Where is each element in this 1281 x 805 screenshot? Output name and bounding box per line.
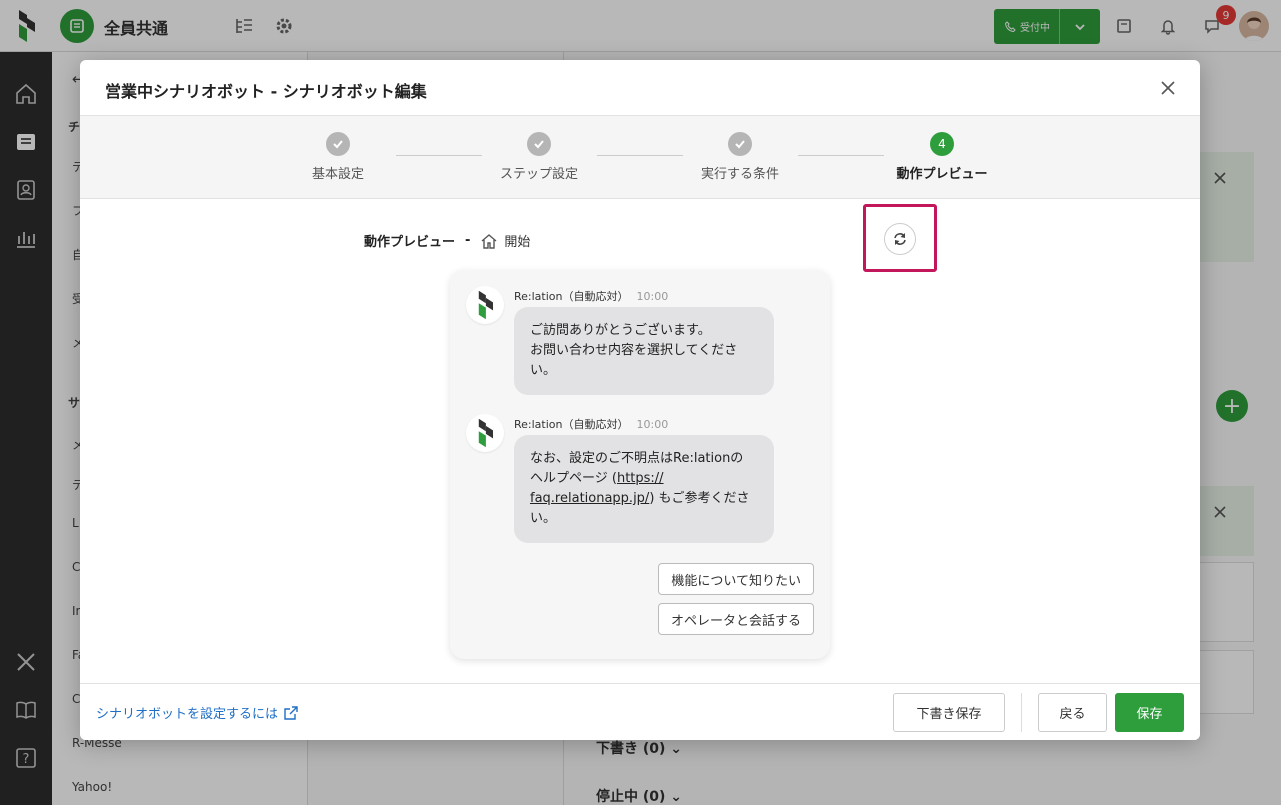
back-button[interactable]: 戻る xyxy=(1038,693,1107,732)
preview-heading: 動作プレビュー - 開始 xyxy=(364,231,530,250)
step-conditions[interactable]: 実行する条件 xyxy=(670,132,810,182)
message-time: 10:00 xyxy=(636,290,669,303)
footer-divider xyxy=(1021,693,1022,732)
help-link-label: シナリオボットを設定するには xyxy=(96,707,279,722)
bot-avatar xyxy=(466,286,504,324)
check-icon xyxy=(326,132,350,156)
modal-header: 営業中シナリオボット - シナリオボット編集 xyxy=(80,60,1200,116)
scenario-bot-edit-modal: 営業中シナリオボット - シナリオボット編集 基本設定 ステップ設定 実行する条… xyxy=(80,60,1200,740)
message-meta: Re:lation（自動応対） 10:00 xyxy=(514,416,668,432)
refresh-icon xyxy=(894,233,906,245)
message-line: なお、設定のご不明点はRe:lationの xyxy=(530,451,744,466)
message-text: ヘルプページ ( xyxy=(530,471,617,486)
message-meta: Re:lation（自動応対） 10:00 xyxy=(514,288,668,304)
step-indicator: 基本設定 ステップ設定 実行する条件 4 動作プレビュー xyxy=(80,116,1200,199)
message-sender: Re:lation（自動応対） xyxy=(514,290,629,303)
message-sender: Re:lation（自動応対） xyxy=(514,418,629,431)
save-button[interactable]: 保存 xyxy=(1115,693,1184,732)
step-basic-settings[interactable]: 基本設定 xyxy=(268,132,408,182)
help-page-link[interactable]: https:// xyxy=(617,471,664,486)
preview-title: 動作プレビュー xyxy=(364,235,456,250)
external-link-icon xyxy=(284,705,298,720)
choice-talk-operator[interactable]: オペレータと会話する xyxy=(657,603,814,635)
home-icon xyxy=(481,233,497,249)
close-button[interactable] xyxy=(1158,78,1178,98)
chat-bubble: ご訪問ありがとうございます。 お問い合わせ内容を選択してくださ い。 xyxy=(514,307,774,395)
bot-avatar xyxy=(466,414,504,452)
step-step-settings[interactable]: ステップ設定 xyxy=(469,132,609,182)
step-label: ステップ設定 xyxy=(499,167,578,182)
modal-footer: シナリオボットを設定するには 下書き保存 戻る 保存 xyxy=(80,683,1200,740)
step-label: 実行する条件 xyxy=(700,167,779,182)
choice-learn-features[interactable]: 機能について知りたい xyxy=(658,563,814,595)
message-time: 10:00 xyxy=(636,418,669,431)
preview-separator: - xyxy=(465,233,471,248)
help-page-link[interactable]: faq.relationapp.jp/ xyxy=(530,491,649,506)
step-preview[interactable]: 4 動作プレビュー xyxy=(872,132,1012,182)
relation-logo-icon xyxy=(478,290,493,320)
step-label: 基本設定 xyxy=(311,167,364,182)
message-line: い。 xyxy=(530,511,557,526)
message-text: ) もご参考くださ xyxy=(649,491,750,506)
modal-title: 営業中シナリオボット - シナリオボット編集 xyxy=(105,82,427,101)
preview-location: 開始 xyxy=(504,235,531,250)
help-link[interactable]: シナリオボットを設定するには xyxy=(96,703,298,722)
message-line: ご訪問ありがとうございます。 xyxy=(530,323,711,338)
draft-save-button[interactable]: 下書き保存 xyxy=(893,693,1005,732)
message-line: お問い合わせ内容を選択してくださ xyxy=(530,343,738,358)
step-label: 動作プレビュー xyxy=(896,167,988,182)
reload-button[interactable] xyxy=(884,223,916,255)
chat-preview-panel: Re:lation（自動応対） 10:00 ご訪問ありがとうございます。 お問い合… xyxy=(450,270,830,659)
chat-bubble: なお、設定のご不明点はRe:lationの ヘルプページ (https:// f… xyxy=(514,435,774,543)
message-line: い。 xyxy=(530,363,557,378)
step-number: 4 xyxy=(930,132,954,156)
check-icon xyxy=(728,132,752,156)
check-icon xyxy=(527,132,551,156)
close-icon xyxy=(1161,81,1175,95)
relation-logo-icon xyxy=(478,418,493,448)
